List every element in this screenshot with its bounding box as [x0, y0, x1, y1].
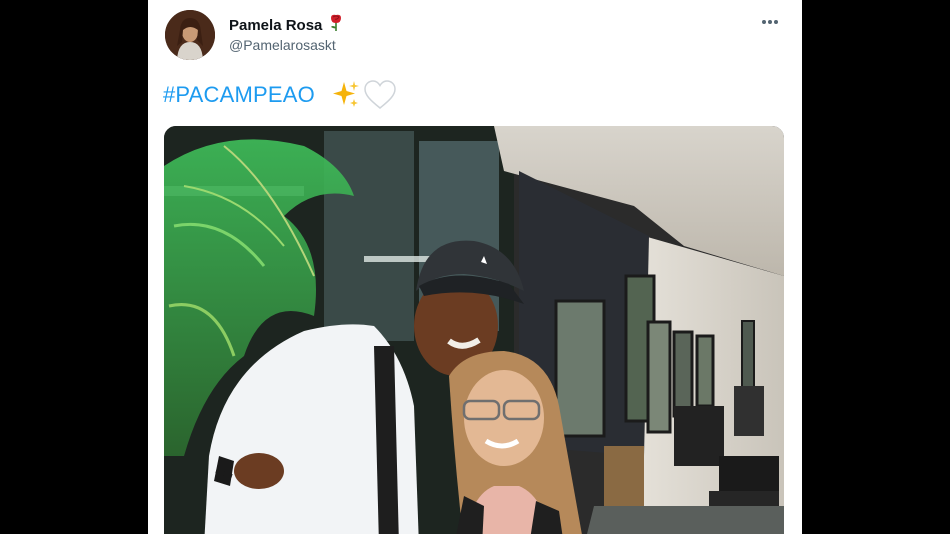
author-name[interactable]: Pamela Rosa [229, 17, 322, 34]
rose-icon [329, 14, 343, 37]
more-options-icon[interactable] [758, 13, 782, 31]
avatar[interactable] [165, 10, 215, 60]
tweet-emojis [331, 80, 396, 110]
tweet-text: #PACAMPEAO [163, 80, 396, 110]
tweet-photo[interactable] [164, 126, 784, 534]
white-heart-icon [364, 80, 396, 109]
tweet-card: Pamela Rosa @Pamelarosaskt #PACAMPEAO [148, 0, 802, 534]
author-row: Pamela Rosa [229, 14, 343, 37]
sparkles-icon [332, 81, 359, 107]
hashtag-link[interactable]: #PACAMPEAO [163, 82, 315, 108]
author-handle[interactable]: @Pamelarosaskt [229, 37, 336, 53]
